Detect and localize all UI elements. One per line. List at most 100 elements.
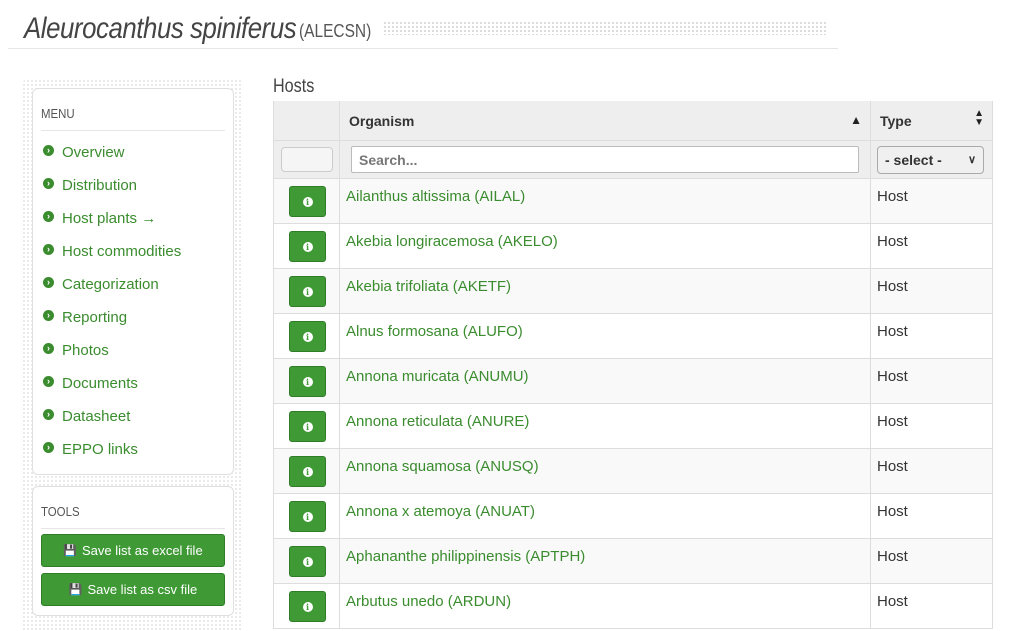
save-excel-button[interactable]: 💾 Save list as excel file: [41, 534, 225, 567]
sort-ascending-icon[interactable]: ▲: [850, 113, 862, 127]
type-cell: Host: [871, 359, 992, 403]
type-cell: Host: [871, 494, 992, 538]
organism-link[interactable]: Annona reticulata (ANURE): [346, 413, 529, 430]
floppy-disk-icon: 💾: [68, 584, 83, 596]
sidebar-item-eppo-links[interactable]: › EPPO links: [43, 441, 138, 458]
info-button[interactable]: i: [289, 456, 326, 487]
type-cell: Host: [871, 314, 992, 358]
sidebar-item-label: Overview: [62, 144, 125, 161]
type-filter-value: - select -: [885, 152, 942, 168]
organism-column-header[interactable]: Organism ▲: [340, 101, 871, 140]
info-icon: i: [302, 376, 313, 387]
type-value: Host: [877, 458, 908, 475]
info-button[interactable]: i: [289, 546, 326, 577]
organism-link[interactable]: Ailanthus altissima (AILAL): [346, 188, 525, 205]
organism-link[interactable]: Akebia trifoliata (AKETF): [346, 278, 511, 295]
sidebar-item-label: Photos: [62, 342, 109, 359]
row-action-cell: i: [274, 494, 340, 538]
organism-cell: Annona x atemoya (ANUAT): [340, 494, 871, 538]
floppy-disk-icon: 💾: [63, 545, 78, 557]
type-value: Host: [877, 233, 908, 250]
organism-link[interactable]: Annona x atemoya (ANUAT): [346, 503, 535, 520]
info-button[interactable]: i: [289, 501, 326, 532]
type-value: Host: [877, 548, 908, 565]
sidebar-item-label: Distribution: [62, 177, 138, 194]
sort-both-icon[interactable]: ▲ ▼: [974, 109, 984, 128]
info-button[interactable]: i: [289, 411, 326, 442]
organism-cell: Alnus formosana (ALUFO): [340, 314, 871, 358]
type-value: Host: [877, 413, 908, 430]
sidebar-item-photos[interactable]: › Photos: [43, 342, 109, 359]
organism-link[interactable]: Alnus formosana (ALUFO): [346, 323, 523, 340]
table-row: i Alnus formosana (ALUFO) Host: [274, 314, 992, 359]
save-csv-button[interactable]: 💾 Save list as csv file: [41, 573, 225, 606]
chevron-circle-right-icon: ›: [43, 211, 54, 222]
chevron-circle-right-icon: ›: [43, 442, 54, 453]
organism-filter-cell: [340, 141, 871, 178]
chevron-circle-right-icon: ›: [43, 409, 54, 420]
sidebar-item-label: Categorization: [62, 276, 159, 293]
type-value: Host: [877, 368, 908, 385]
info-icon: i: [302, 421, 313, 432]
tools-title: TOOLS: [41, 504, 80, 519]
page-header: Aleurocanthus spiniferus (ALECSN): [8, 6, 838, 49]
type-column-header[interactable]: Type ▲ ▼: [871, 101, 992, 140]
organism-search-input[interactable]: [351, 146, 859, 173]
sidebar-item-label: Datasheet: [62, 408, 131, 425]
organism-link[interactable]: Annona muricata (ANUMU): [346, 368, 529, 385]
info-icon: i: [302, 511, 313, 522]
chevron-circle-right-icon: ›: [43, 244, 54, 255]
type-filter-cell: - select - ∨: [871, 141, 992, 178]
info-button[interactable]: i: [289, 321, 326, 352]
sidebar-item-distribution[interactable]: › Distribution: [43, 177, 137, 194]
info-icon: i: [302, 196, 313, 207]
chevron-circle-right-icon: ›: [43, 277, 54, 288]
table-row: i Akebia longiracemosa (AKELO) Host: [274, 224, 992, 269]
type-value: Host: [877, 593, 908, 610]
eppo-code: (ALECSN): [299, 21, 372, 41]
sidebar-item-label: Host plants →: [62, 210, 157, 227]
organism-cell: Akebia longiracemosa (AKELO): [340, 224, 871, 268]
info-button[interactable]: i: [289, 231, 326, 262]
info-button[interactable]: i: [289, 366, 326, 397]
sidebar-item-reporting[interactable]: › Reporting: [43, 309, 127, 326]
save-excel-label: Save list as excel file: [82, 543, 203, 558]
organism-link[interactable]: Aphananthe philippinensis (APTPH): [346, 548, 585, 565]
action-filter-box[interactable]: [281, 147, 333, 172]
tools-divider: [41, 528, 225, 529]
sidebar-item-datasheet[interactable]: › Datasheet: [43, 408, 130, 425]
table-row: i Akebia trifoliata (AKETF) Host: [274, 269, 992, 314]
hosts-table: Organism ▲ Type ▲▼ - select - ∨ i Ailanth…: [273, 101, 993, 629]
organism-cell: Annona reticulata (ANURE): [340, 404, 871, 448]
organism-cell: Aphananthe philippinensis (APTPH): [340, 539, 871, 583]
save-csv-label: Save list as csv file: [87, 582, 198, 597]
organism-cell: Annona squamosa (ANUSQ): [340, 449, 871, 493]
type-cell: Host: [871, 269, 992, 313]
type-cell: Host: [871, 404, 992, 448]
info-button[interactable]: i: [289, 591, 326, 622]
menu-divider: [41, 130, 225, 131]
sidebar-item-documents[interactable]: › Documents: [43, 375, 138, 392]
organism-link[interactable]: Akebia longiracemosa (AKELO): [346, 233, 558, 250]
info-button[interactable]: i: [289, 276, 326, 307]
table-row: i Annona x atemoya (ANUAT) Host: [274, 494, 992, 539]
type-value: Host: [877, 278, 908, 295]
type-column-label: Type: [880, 112, 912, 129]
table-row: i Arbutus unedo (ARDUN) Host: [274, 584, 992, 629]
header-decoration: [383, 21, 828, 35]
organism-column-label: Organism: [349, 112, 415, 129]
sidebar-item-host-plants[interactable]: › Host plants →: [43, 210, 156, 227]
table-header-row: Organism ▲ Type ▲ ▼: [274, 101, 992, 141]
info-button[interactable]: i: [289, 186, 326, 217]
organism-link[interactable]: Arbutus unedo (ARDUN): [346, 593, 511, 610]
organism-link[interactable]: Annona squamosa (ANUSQ): [346, 458, 539, 475]
sidebar-item-overview[interactable]: › Overview: [43, 144, 125, 161]
sidebar-item-categorization[interactable]: › Categorization: [43, 276, 159, 293]
type-value: Host: [877, 188, 908, 205]
row-action-cell: i: [274, 539, 340, 583]
info-icon: i: [302, 286, 313, 297]
type-cell: Host: [871, 539, 992, 583]
info-icon: i: [302, 556, 313, 567]
sidebar-item-host-commodities[interactable]: › Host commodities: [43, 243, 181, 260]
type-filter-select[interactable]: - select - ∨: [877, 146, 984, 174]
